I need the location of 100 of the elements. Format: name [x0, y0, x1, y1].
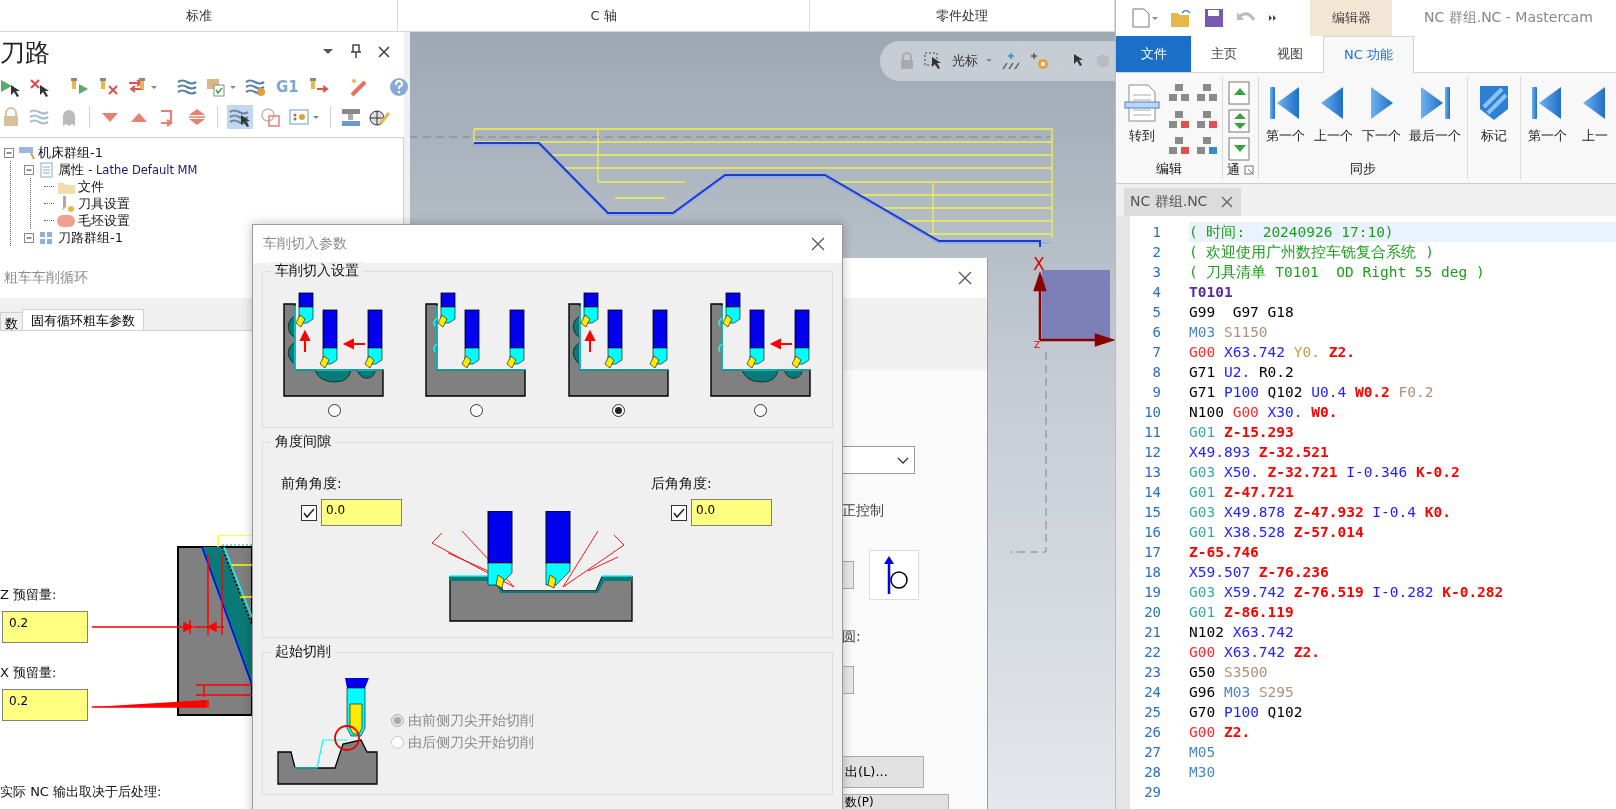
field-label: X 预留量:: [0, 664, 58, 682]
new-file-icon[interactable]: [1130, 8, 1158, 28]
close-icon[interactable]: [810, 236, 826, 252]
delete-cursor-icon[interactable]: [29, 77, 51, 97]
radio-button[interactable]: [469, 404, 483, 417]
ribbon-button[interactable]: 标记: [1472, 81, 1516, 159]
code-line: M03 S1150: [1189, 323, 1269, 342]
line-number: 23: [1143, 664, 1162, 680]
ribbon-button[interactable]: 上一个: [1311, 81, 1355, 159]
waves-icon[interactable]: [29, 107, 51, 127]
tree-item[interactable]: 文件: [78, 177, 104, 196]
input-field[interactable]: 0.0: [691, 499, 772, 526]
tab[interactable]: 固有循环粗车参数: [22, 309, 144, 330]
option-label: 圆:: [842, 628, 862, 646]
collapse-icon[interactable]: [24, 232, 34, 243]
field-label: 前角角度:: [281, 474, 343, 493]
dialog-button[interactable]: 数(P): [842, 794, 949, 809]
tab[interactable]: 数: [0, 312, 23, 330]
tree-delete-icon[interactable]: [1196, 109, 1218, 130]
radio-button[interactable]: [612, 404, 626, 417]
machine-icon[interactable]: [340, 107, 362, 127]
line-number: 2: [1151, 244, 1162, 260]
checkbox[interactable]: [301, 504, 317, 521]
radio-button[interactable]: [754, 404, 768, 417]
document-tab[interactable]: NC 群组.NC: [1124, 188, 1242, 216]
window-title: NC 群组.NC - Mastercam: [1424, 9, 1593, 27]
select-toggle[interactable]: [227, 105, 253, 129]
ribbon-tab[interactable]: 主页: [1191, 36, 1257, 72]
chevron-down-icon: [897, 455, 909, 465]
refresh-lines-icon[interactable]: [1196, 136, 1218, 157]
ribbon-button[interactable]: 转到: [1120, 81, 1164, 159]
note-minus-icon[interactable]: [1168, 136, 1190, 157]
code-line: G01 Z-47.721: [1189, 483, 1295, 502]
context-tab[interactable]: 编辑器: [1310, 0, 1392, 36]
tree-item[interactable]: 机床群组-1: [38, 143, 103, 162]
input-field[interactable]: 0.0: [321, 499, 402, 526]
radio-button[interactable]: [327, 404, 341, 417]
line-number: 8: [1151, 364, 1162, 380]
line-number: 14: [1143, 484, 1162, 500]
tree-item[interactable]: 毛坯设置: [78, 211, 130, 230]
ribbon-button[interactable]: 最后一个: [1407, 81, 1463, 159]
waves-icon[interactable]: [177, 77, 199, 97]
tree-item[interactable]: 属性 - Lathe Default MM: [58, 160, 198, 179]
ribbon-button[interactable]: 第一个: [1263, 81, 1307, 159]
list-icon[interactable]: [289, 107, 321, 127]
code-line: G01 Z-15.293: [1189, 423, 1295, 442]
checkbox[interactable]: [671, 504, 687, 521]
circle-square-icon[interactable]: [260, 107, 282, 127]
page-down-icon[interactable]: [1227, 137, 1251, 161]
code-line: ( 刀具清单 T0101 OD Right 55 deg ): [1189, 263, 1486, 282]
input-field[interactable]: 0.2: [2, 611, 88, 643]
ribbon-button[interactable]: 下一个: [1359, 81, 1403, 159]
tree-numbers-icon[interactable]: [1196, 83, 1218, 103]
group-title: 起始切削: [271, 643, 335, 661]
waves-gear-icon[interactable]: [245, 77, 267, 97]
close-icon[interactable]: [957, 270, 973, 286]
ribbon-button[interactable]: 第一个: [1525, 81, 1569, 159]
dialog-title: 车削切入参数: [263, 235, 347, 253]
ribbon-tab[interactable]: 视图: [1257, 36, 1323, 72]
gear-plus-icon[interactable]: [1030, 51, 1050, 71]
open-folder-icon[interactable]: [1170, 8, 1192, 28]
dialog-button[interactable]: 出(L)...: [842, 756, 924, 788]
code-line: M30: [1189, 763, 1217, 782]
help-icon[interactable]: [387, 77, 410, 97]
package-check-icon[interactable]: [206, 77, 238, 97]
line-number: 19: [1143, 584, 1162, 600]
tree-item[interactable]: 刀具设置: [78, 194, 130, 213]
ribbon-tab[interactable]: 文件: [1116, 36, 1191, 72]
dropdown[interactable]: [842, 446, 915, 474]
page-up-icon[interactable]: [1227, 81, 1251, 105]
save-icon[interactable]: [1204, 8, 1224, 28]
dialog-launcher-icon[interactable]: [1244, 165, 1254, 175]
line-number: 18: [1143, 564, 1162, 580]
line-number: 12: [1143, 444, 1162, 460]
line-number: 1: [1151, 224, 1162, 240]
line-number: 26: [1143, 724, 1162, 740]
field-label: Z 预留量:: [0, 586, 58, 604]
sphere-pencil-icon[interactable]: [369, 107, 391, 127]
section-tab[interactable]: C 轴: [398, 0, 810, 31]
code-line: X49.893 Z-32.521: [1189, 443, 1330, 462]
play-cursor-icon[interactable]: [0, 77, 22, 97]
code-line: G03 X59.742 Z-76.519 I-0.282 K-0.282: [1189, 583, 1505, 602]
tool-delete-icon[interactable]: [98, 77, 120, 97]
collapse-icon[interactable]: [4, 147, 14, 158]
tree-numbers-icon[interactable]: [1168, 83, 1190, 103]
ribbon-tab[interactable]: NC 功能: [1323, 36, 1414, 73]
caret-icon[interactable]: [986, 59, 992, 63]
code-line: G03 X49.878 Z-47.932 I-0.4 K0.: [1189, 503, 1452, 522]
page-up-down-icon[interactable]: [1227, 109, 1251, 133]
collapse-icon[interactable]: [24, 164, 34, 175]
tree-item[interactable]: 刀路群组-1: [58, 228, 123, 247]
ribbon-button[interactable]: 上一: [1573, 81, 1616, 159]
axes-plus-icon[interactable]: [1000, 51, 1022, 71]
tree-delete-icon[interactable]: [1168, 109, 1190, 130]
up-down-icon[interactable]: [186, 107, 208, 127]
input-field[interactable]: 0.2: [2, 689, 88, 721]
selection-mode-dropdown[interactable]: 光标: [952, 52, 978, 70]
section-tab[interactable]: 标准: [0, 0, 398, 31]
line-number: 25: [1143, 704, 1162, 720]
close-icon[interactable]: [1221, 196, 1234, 208]
